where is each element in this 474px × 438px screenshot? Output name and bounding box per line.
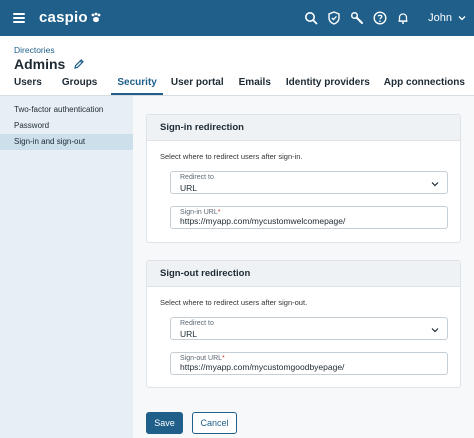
edit-pencil-icon[interactable] bbox=[73, 58, 85, 70]
signout-redirect-value: URL bbox=[180, 329, 198, 339]
tab-emails[interactable]: Emails bbox=[233, 77, 277, 95]
shield-icon[interactable] bbox=[323, 7, 345, 29]
chevron-down-icon bbox=[431, 182, 439, 187]
tab-security[interactable]: Security bbox=[111, 77, 163, 95]
help-icon[interactable] bbox=[369, 7, 391, 29]
signin-url-label-wrap: Sign-in URL* bbox=[180, 209, 220, 216]
signout-description: Select where to redirect users after sig… bbox=[160, 298, 308, 307]
signout-url-label-wrap: Sign-out URL* bbox=[180, 355, 225, 362]
signin-url-input[interactable] bbox=[180, 216, 440, 226]
page-title-text: Admins bbox=[14, 56, 66, 72]
user-menu[interactable]: John bbox=[428, 12, 466, 24]
page-title: Admins bbox=[14, 56, 85, 72]
search-icon[interactable] bbox=[300, 7, 322, 29]
user-name: John bbox=[428, 12, 452, 24]
signin-description: Select where to redirect users after sig… bbox=[160, 152, 303, 161]
sidebar: Two-factor authentication Password Sign-… bbox=[0, 96, 133, 438]
signin-redirect-label: Redirect to bbox=[180, 174, 214, 181]
paw-icon bbox=[91, 12, 101, 22]
signin-url-field[interactable]: Sign-in URL* bbox=[170, 206, 448, 229]
top-bar: caspio John bbox=[0, 0, 474, 36]
signout-url-label: Sign-out URL bbox=[180, 355, 223, 362]
signout-url-input[interactable] bbox=[180, 362, 440, 372]
tab-users[interactable]: Users bbox=[8, 77, 48, 95]
required-mark: * bbox=[217, 209, 221, 216]
tab-user-portal[interactable]: User portal bbox=[165, 77, 230, 95]
signin-heading: Sign-in redirection bbox=[147, 115, 460, 141]
breadcrumb[interactable]: Directories bbox=[14, 45, 55, 55]
signin-redirect-select[interactable]: Redirect to URL bbox=[170, 171, 448, 194]
signout-redirect-select[interactable]: Redirect to URL bbox=[170, 317, 448, 340]
required-mark: * bbox=[222, 355, 225, 362]
menu-icon[interactable] bbox=[13, 13, 25, 23]
signin-card: Sign-in redirection Select where to redi… bbox=[146, 114, 461, 243]
signout-card: Sign-out redirection Select where to red… bbox=[146, 260, 461, 388]
brand-name: caspio bbox=[39, 9, 88, 26]
cancel-button[interactable]: Cancel bbox=[192, 412, 237, 434]
signout-heading: Sign-out redirection bbox=[147, 261, 460, 287]
bell-icon[interactable] bbox=[392, 7, 414, 29]
signout-url-field[interactable]: Sign-out URL* bbox=[170, 352, 448, 375]
save-button[interactable]: Save bbox=[146, 412, 183, 434]
sidebar-item-password[interactable]: Password bbox=[0, 118, 133, 134]
tab-identity-providers[interactable]: Identity providers bbox=[280, 77, 376, 95]
wrench-icon[interactable] bbox=[346, 7, 368, 29]
main-content: Sign-in redirection Select where to redi… bbox=[133, 96, 474, 438]
signin-redirect-value: URL bbox=[180, 183, 198, 193]
signin-url-label: Sign-in URL bbox=[180, 209, 218, 216]
tab-bar: Users Groups Security User portal Emails… bbox=[0, 77, 474, 95]
sidebar-item-two-factor-authentication[interactable]: Two-factor authentication bbox=[0, 102, 133, 118]
sidebar-item-sign-in-and-sign-out[interactable]: Sign-in and sign-out bbox=[0, 134, 133, 150]
signout-redirect-label: Redirect to bbox=[180, 320, 214, 327]
tab-app-connections[interactable]: App connections bbox=[378, 77, 471, 95]
chevron-down-icon bbox=[458, 16, 466, 21]
tab-groups[interactable]: Groups bbox=[56, 77, 104, 95]
brand-logo[interactable]: caspio bbox=[39, 9, 102, 26]
chevron-down-icon bbox=[431, 328, 439, 333]
